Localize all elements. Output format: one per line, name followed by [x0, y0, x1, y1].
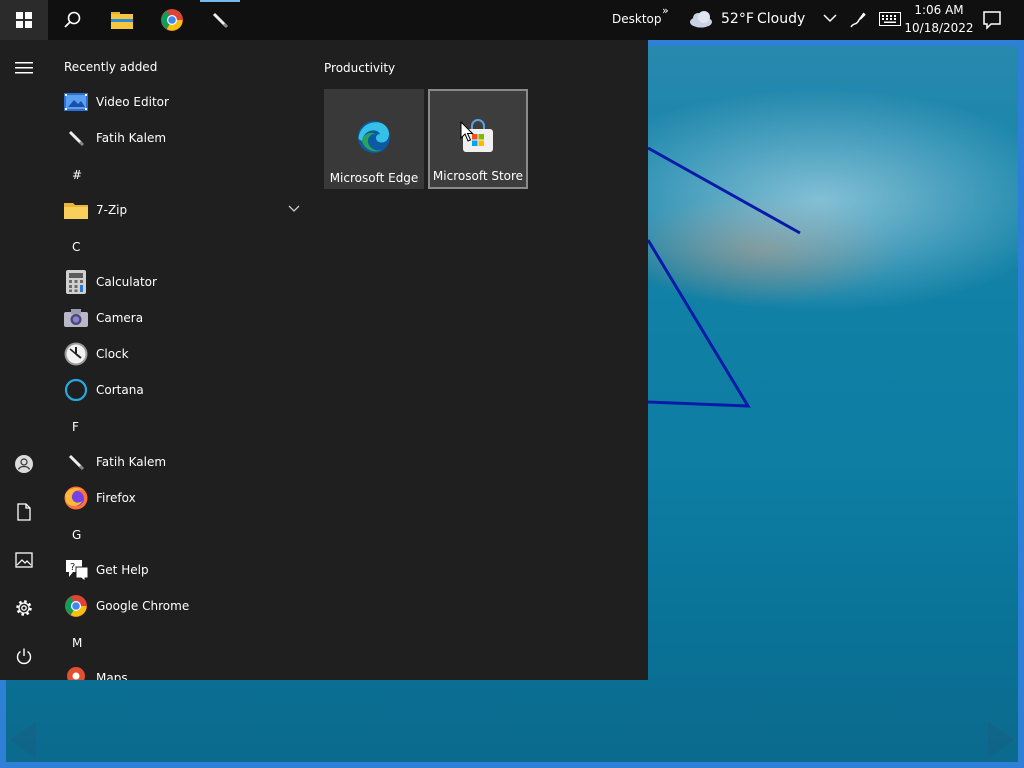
- pictures-button[interactable]: [0, 540, 48, 580]
- weather-temperature[interactable]: 52°F: [721, 11, 754, 27]
- tile-microsoft-edge[interactable]: Microsoft Edge: [324, 89, 424, 189]
- pen-icon: [64, 450, 88, 474]
- expand-menu-button[interactable]: [0, 48, 48, 88]
- app-label: Cortana: [96, 383, 144, 397]
- firefox-icon: [64, 486, 88, 510]
- app-list: Recently added Video Editor Fatih Kalem …: [48, 40, 312, 680]
- app-label: Maps: [96, 671, 128, 680]
- app-label: Clock: [96, 347, 129, 361]
- settings-icon: [16, 600, 32, 616]
- pen-workspace-icon[interactable]: [848, 10, 868, 30]
- start-button[interactable]: [0, 0, 48, 40]
- notification-icon[interactable]: [982, 10, 1002, 30]
- section-letter[interactable]: C: [72, 240, 80, 254]
- app-item-google-chrome[interactable]: Google Chrome: [48, 588, 312, 624]
- file-explorer-icon: [111, 12, 133, 29]
- app-label: Get Help: [96, 563, 149, 577]
- annotation-line-top: [647, 146, 801, 235]
- app-item-fatih-kalem[interactable]: Fatih Kalem: [48, 444, 312, 480]
- power-button[interactable]: [0, 636, 48, 676]
- camera-icon: [64, 306, 88, 330]
- app-label: Camera: [96, 311, 144, 325]
- tile-group-title[interactable]: Productivity: [324, 61, 395, 75]
- search-button[interactable]: [48, 0, 96, 40]
- pen-icon: [64, 126, 88, 150]
- chrome-taskbar-button[interactable]: [148, 0, 196, 40]
- touch-keyboard-icon[interactable]: [879, 12, 901, 26]
- app-label: Firefox: [96, 491, 136, 505]
- start-rail: [0, 40, 48, 680]
- app-item-camera[interactable]: Camera: [48, 300, 312, 336]
- app-label: Google Chrome: [96, 599, 190, 613]
- app-item-video-editor[interactable]: Video Editor: [48, 84, 312, 120]
- app-label: Video Editor: [96, 95, 169, 109]
- app-item-calculator[interactable]: Calculator: [48, 264, 312, 300]
- edge-icon: [356, 119, 392, 155]
- folder-icon: [64, 198, 88, 222]
- user-icon: [15, 455, 33, 473]
- clock-icon: [64, 342, 88, 366]
- tile-microsoft-store[interactable]: Microsoft Store: [428, 89, 528, 189]
- section-letter[interactable]: #: [72, 168, 82, 182]
- next-arrow-icon[interactable]: [988, 722, 1014, 758]
- app-label: Fatih Kalem: [96, 131, 167, 145]
- chevron-up-icon[interactable]: [822, 10, 838, 26]
- tile-label: Microsoft Edge: [329, 171, 419, 185]
- settings-button[interactable]: [0, 588, 48, 628]
- cortana-icon: [64, 378, 88, 402]
- previous-arrow-icon[interactable]: [10, 722, 36, 758]
- annotation-line-bottom: [646, 239, 751, 408]
- search-icon: [64, 11, 81, 28]
- app-item-cortana[interactable]: Cortana: [48, 372, 312, 408]
- windows-logo-icon: [16, 12, 32, 28]
- start-menu: Recently added Video Editor Fatih Kalem …: [0, 40, 648, 680]
- pen-icon: [212, 12, 229, 29]
- documents-button[interactable]: [0, 492, 48, 532]
- tiles-area: Productivity Microsoft Edge Microsoft St…: [312, 40, 648, 680]
- calculator-icon: [64, 270, 88, 294]
- section-letter[interactable]: F: [72, 420, 79, 434]
- desktop-toolbar-label[interactable]: Desktop: [612, 12, 662, 26]
- svg-text:?: ?: [70, 562, 75, 573]
- section-letter[interactable]: G: [72, 528, 81, 542]
- app-label: 7-Zip: [96, 203, 128, 217]
- app-item-clock[interactable]: Clock: [48, 336, 312, 372]
- mouse-cursor-icon: [460, 121, 474, 142]
- app-label: Calculator: [96, 275, 157, 289]
- taskbar: Desktop » 52°F Cloudy 1:06 AM 10/18/2022: [0, 0, 1024, 40]
- app-item-maps[interactable]: Maps: [48, 660, 312, 680]
- video-editor-icon: [64, 90, 88, 114]
- app-label: Fatih Kalem: [96, 455, 167, 469]
- chrome-icon: [161, 9, 183, 31]
- help-icon: ?: [64, 558, 88, 582]
- clock-date[interactable]: 10/18/2022: [904, 21, 974, 35]
- chevron-down-icon[interactable]: [288, 205, 300, 213]
- recently-added-header: Recently added: [64, 60, 158, 74]
- cloud-icon[interactable]: [688, 10, 714, 28]
- documents-icon: [17, 503, 31, 521]
- user-account-button[interactable]: [0, 444, 48, 484]
- power-icon: [16, 648, 32, 665]
- pictures-icon: [15, 552, 33, 568]
- tile-label: Microsoft Store: [432, 169, 524, 183]
- app-item-fatih-kalem-recent[interactable]: Fatih Kalem: [48, 120, 312, 156]
- maps-icon: [64, 666, 88, 680]
- chrome-icon: [64, 594, 88, 618]
- clock-time[interactable]: 1:06 AM: [904, 3, 974, 17]
- hamburger-menu-icon: [15, 62, 33, 74]
- weather-condition[interactable]: Cloudy: [757, 11, 805, 27]
- section-letter[interactable]: M: [72, 636, 82, 650]
- app-item-firefox[interactable]: Firefox: [48, 480, 312, 516]
- file-explorer-button[interactable]: [98, 0, 146, 40]
- app-item-get-help[interactable]: ? Get Help: [48, 552, 312, 588]
- pen-app-taskbar-button[interactable]: [196, 0, 244, 40]
- toolbar-overflow-icon[interactable]: »: [662, 4, 669, 17]
- app-item-7zip[interactable]: 7-Zip: [48, 192, 312, 228]
